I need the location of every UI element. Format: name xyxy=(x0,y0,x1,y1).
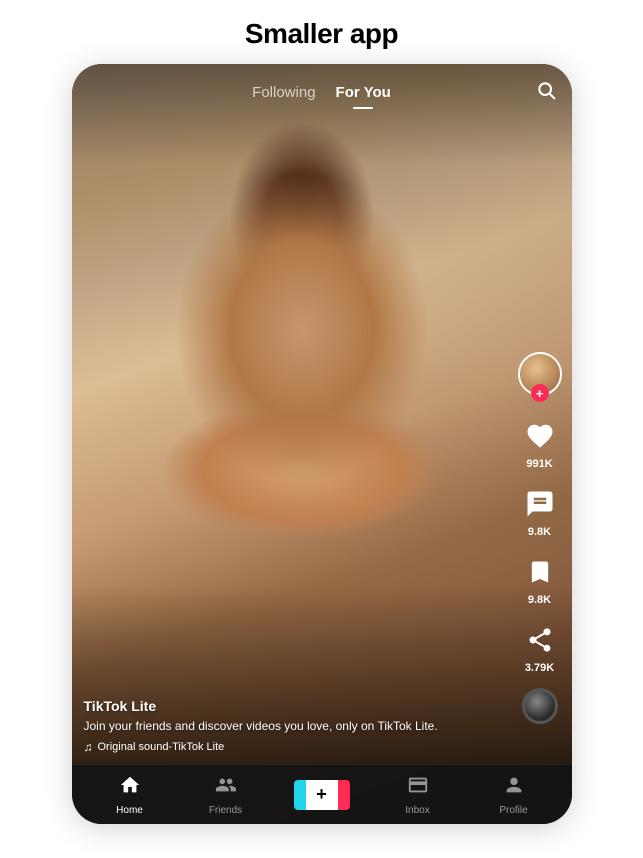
tab-for-you[interactable]: For You xyxy=(336,80,391,105)
add-plus-icon: + xyxy=(316,784,327,805)
bottom-nav: Home Friends + Inbox xyxy=(72,764,572,824)
sound-info: ♫ Original sound-TikTok Lite xyxy=(84,740,512,754)
share-button[interactable]: 3.79K xyxy=(520,620,560,674)
action-bar: + 991K 9.8K xyxy=(518,352,562,724)
friends-icon xyxy=(215,774,237,802)
nav-profile[interactable]: Profile xyxy=(484,774,544,816)
nav-home-label: Home xyxy=(116,805,143,816)
like-count: 991K xyxy=(526,458,552,470)
profile-icon xyxy=(503,774,525,802)
video-info: TikTok Lite Join your friends and discov… xyxy=(84,698,512,754)
nav-home[interactable]: Home xyxy=(100,774,160,816)
video-header: Following For You xyxy=(72,64,572,115)
comment-count: 9.8K xyxy=(528,526,551,538)
search-icon[interactable] xyxy=(536,80,556,105)
sound-disc xyxy=(522,688,558,724)
nav-tabs: Following For You xyxy=(88,80,556,105)
nav-friends-label: Friends xyxy=(209,805,242,816)
nav-add[interactable]: + xyxy=(292,780,352,810)
nav-profile-label: Profile xyxy=(499,805,527,816)
nav-inbox[interactable]: Inbox xyxy=(388,774,448,816)
share-icon xyxy=(520,620,560,660)
video-username: TikTok Lite xyxy=(84,698,512,714)
nav-inbox-label: Inbox xyxy=(405,805,429,816)
bookmark-button[interactable]: 9.8K xyxy=(520,552,560,606)
share-count: 3.79K xyxy=(525,662,554,674)
phone-frame: Following For You + 991K xyxy=(72,64,572,824)
comment-icon xyxy=(520,484,560,524)
heart-icon xyxy=(520,416,560,456)
add-button[interactable]: + xyxy=(300,780,344,810)
bookmark-icon xyxy=(520,552,560,592)
bookmark-count: 9.8K xyxy=(528,594,551,606)
creator-avatar-container[interactable]: + xyxy=(518,352,562,396)
tab-following[interactable]: Following xyxy=(252,80,315,105)
music-note-icon: ♫ xyxy=(84,740,93,754)
follow-plus-icon[interactable]: + xyxy=(531,384,549,402)
like-button[interactable]: 991K xyxy=(520,416,560,470)
comment-button[interactable]: 9.8K xyxy=(520,484,560,538)
sound-name: Original sound-TikTok Lite xyxy=(98,741,225,753)
inbox-icon xyxy=(407,774,429,802)
page-title: Smaller app xyxy=(245,18,398,50)
home-icon xyxy=(119,774,141,802)
video-description: Join your friends and discover videos yo… xyxy=(84,718,512,735)
nav-friends[interactable]: Friends xyxy=(196,774,256,816)
